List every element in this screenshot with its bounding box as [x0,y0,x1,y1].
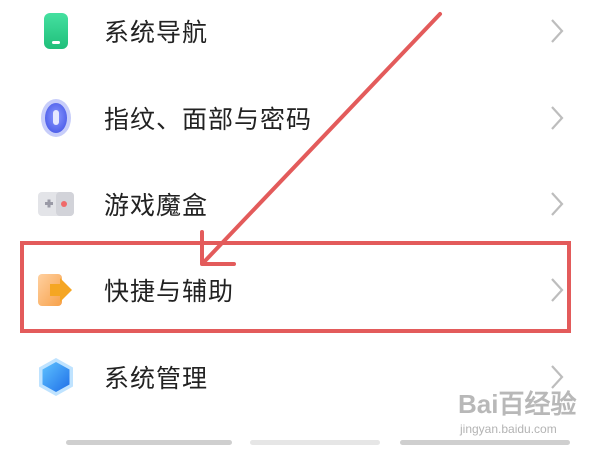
settings-item-fingerprint-face-password[interactable]: 指纹、面部与密码 [0,75,600,161]
chevron-right-icon [548,17,566,45]
bottom-divider [250,440,380,445]
settings-item-system-navigation[interactable]: 系统导航 [0,0,600,74]
system-management-icon [36,357,76,397]
settings-item-system-management[interactable]: 系统管理 [0,334,600,420]
bottom-divider [400,440,570,445]
settings-item-label: 快捷与辅助 [104,277,235,306]
chevron-right-icon [548,363,566,391]
fingerprint-icon [36,98,76,138]
shortcut-assist-icon [36,270,76,310]
chevron-right-icon [548,190,566,218]
game-box-icon [36,184,76,224]
chevron-right-icon [548,276,566,304]
phone-navigation-icon [36,11,76,51]
settings-item-label: 游戏魔盒 [104,191,209,220]
settings-item-game-box[interactable]: 游戏魔盒 [0,161,600,247]
bottom-divider [66,440,232,445]
chevron-right-icon [548,104,566,132]
settings-item-label: 系统导航 [104,18,209,47]
settings-item-shortcuts-accessibility[interactable]: 快捷与辅助 [0,247,600,333]
settings-list: 系统导航 指纹、面部与密码 游戏魔盒 快捷与辅助 系统管理 [0,0,600,450]
settings-item-label: 指纹、面部与密码 [104,105,313,134]
settings-item-label: 系统管理 [104,364,209,393]
